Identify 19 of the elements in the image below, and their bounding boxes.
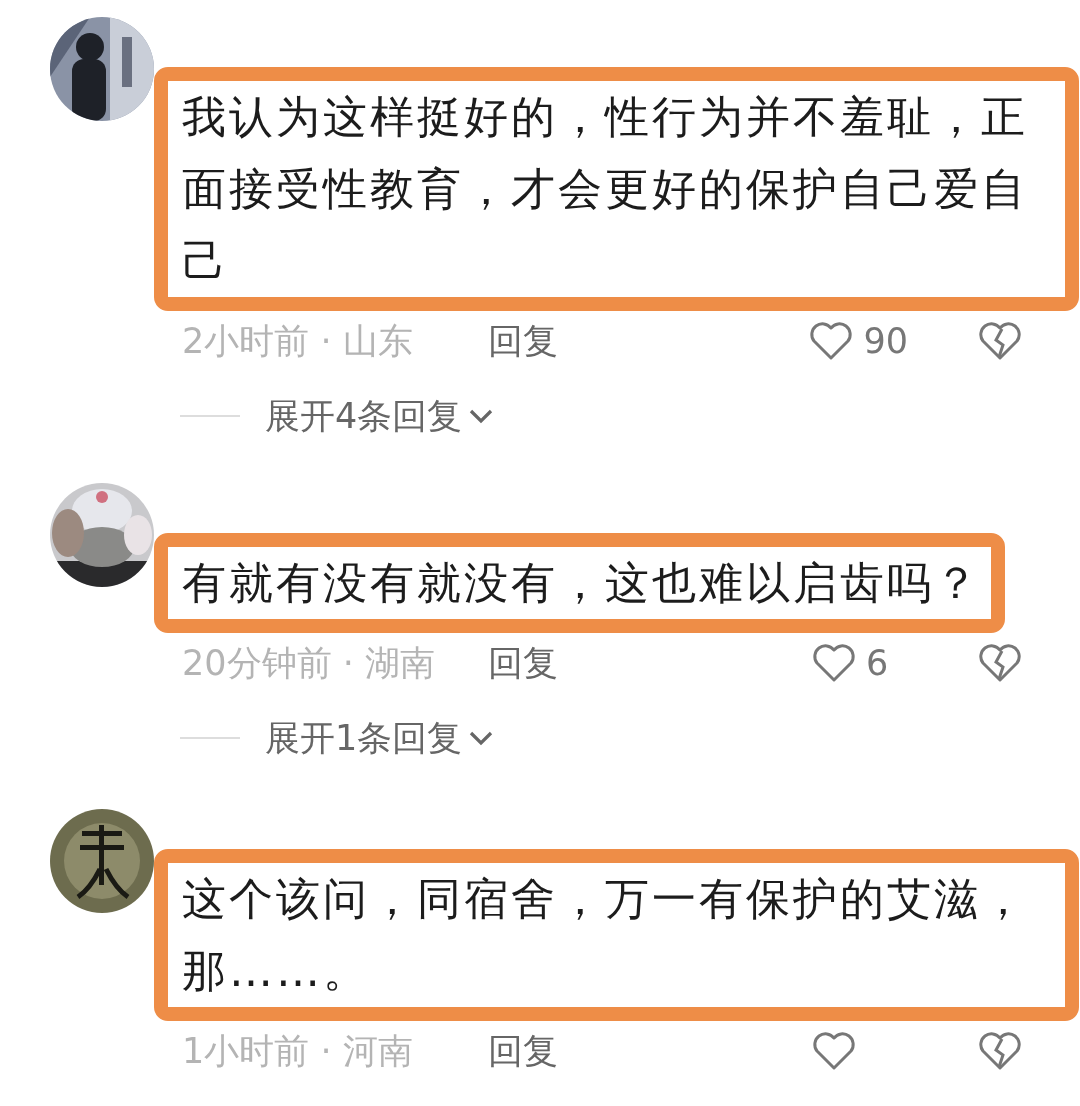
heart-icon[interactable] bbox=[809, 321, 854, 361]
comment-text: 我认为这样挺好的，性行为并不羞耻，正面接受性教育，才会更好的保护自己爱自己 bbox=[182, 90, 1029, 288]
like-count: 90 bbox=[863, 321, 908, 361]
like-count: 6 bbox=[866, 643, 889, 683]
reply-link[interactable]: 回复 bbox=[488, 639, 558, 687]
reply-link[interactable]: 回复 bbox=[488, 317, 558, 365]
broken-heart-icon[interactable] bbox=[978, 1031, 1022, 1071]
heart-icon[interactable] bbox=[812, 1031, 856, 1071]
reply-link[interactable]: 回复 bbox=[488, 1027, 558, 1075]
heart-icon[interactable] bbox=[812, 643, 856, 683]
expand-replies-link[interactable]: 展开4条回复 bbox=[265, 392, 497, 440]
time-location: 20分钟前 · 湖南 bbox=[182, 641, 436, 685]
comment-text: 有就有没有就没有，这也难以启齿吗？ bbox=[182, 556, 981, 610]
time-location: 2小时前 · 山东 bbox=[182, 319, 414, 363]
time-location: 1小时前 · 河南 bbox=[182, 1029, 414, 1073]
expand-replies-link[interactable]: 展开1条回复 bbox=[265, 714, 497, 762]
broken-heart-icon[interactable] bbox=[978, 321, 1022, 361]
broken-heart-icon[interactable] bbox=[978, 643, 1022, 683]
comment-text: 这个该问，同宿舍，万一有保护的艾滋，那……。 bbox=[182, 872, 1029, 998]
